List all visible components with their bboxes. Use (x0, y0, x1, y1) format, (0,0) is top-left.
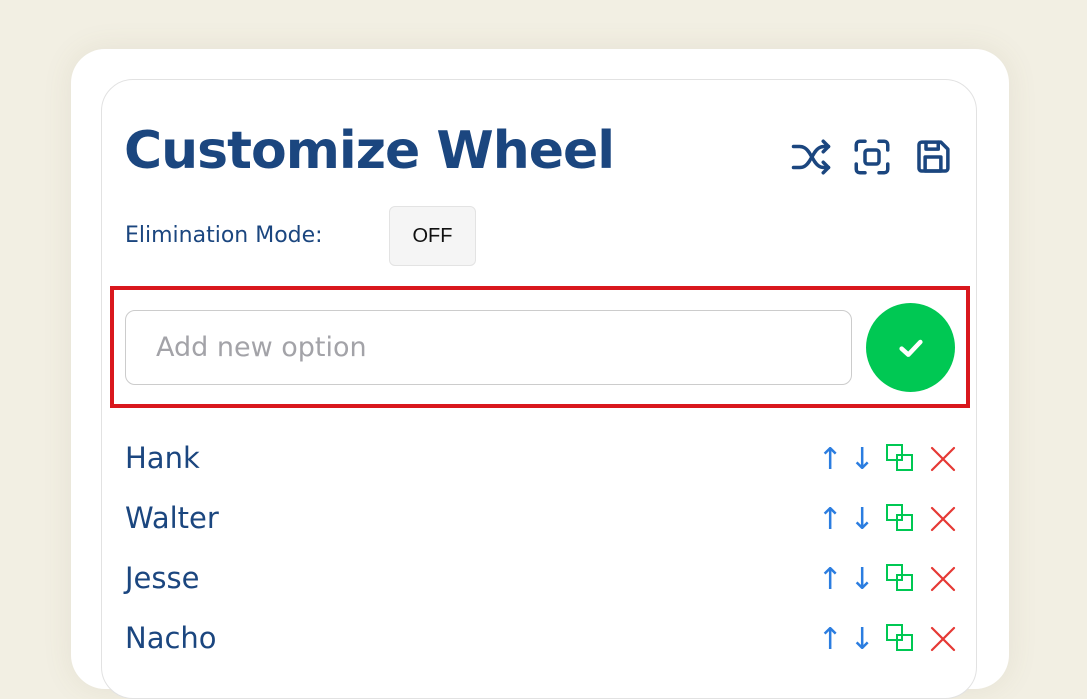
fullscreen-icon[interactable] (851, 136, 893, 178)
add-option-button[interactable] (866, 303, 955, 392)
elimination-mode-label: Elimination Mode: (125, 223, 323, 248)
duplicate-icon[interactable] (885, 620, 915, 656)
duplicate-icon[interactable] (885, 440, 915, 476)
close-icon[interactable] (928, 621, 958, 657)
elimination-mode-toggle[interactable]: OFF (389, 206, 476, 266)
shuffle-icon[interactable] (790, 136, 832, 178)
option-name: Jesse (125, 561, 200, 595)
move-down-button[interactable]: ↓ (849, 622, 874, 658)
save-icon[interactable] (912, 136, 954, 178)
option-row: Hank ↑ ↓ (125, 428, 957, 488)
move-up-button[interactable]: ↑ (817, 442, 842, 478)
move-up-button[interactable]: ↑ (817, 622, 842, 658)
move-down-button[interactable]: ↓ (849, 442, 874, 478)
add-option-input[interactable] (125, 310, 852, 385)
close-icon[interactable] (928, 501, 958, 537)
close-icon[interactable] (928, 441, 958, 477)
option-row: Nacho ↑ ↓ (125, 608, 957, 668)
check-icon (898, 339, 923, 357)
move-up-button[interactable]: ↑ (817, 502, 842, 538)
option-row: Jesse ↑ ↓ (125, 548, 957, 608)
option-row: Walter ↑ ↓ (125, 488, 957, 548)
duplicate-icon[interactable] (885, 560, 915, 596)
duplicate-icon[interactable] (885, 500, 915, 536)
move-up-button[interactable]: ↑ (817, 562, 842, 598)
move-down-button[interactable]: ↓ (849, 562, 874, 598)
page-title: Customize Wheel (124, 121, 615, 181)
option-name: Hank (125, 441, 200, 475)
move-down-button[interactable]: ↓ (849, 502, 874, 538)
options-list: Hank ↑ ↓ Walter ↑ ↓ Jesse ↑ ↓ Nacho ↑ ↓ (125, 428, 957, 668)
close-icon[interactable] (928, 561, 958, 597)
option-name: Walter (125, 501, 219, 535)
option-name: Nacho (125, 621, 217, 655)
